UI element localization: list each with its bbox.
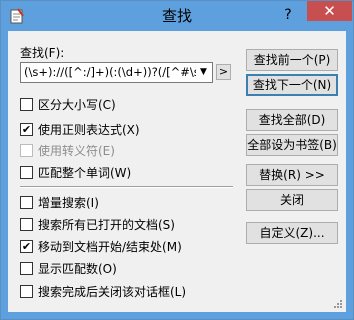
option-checkbox[interactable]: 显示匹配数(O): [20, 261, 117, 277]
option-label: 增量搜索(I): [38, 196, 99, 210]
close-button[interactable]: 关闭: [246, 189, 338, 211]
find-prev-button[interactable]: 查找前一个(P): [246, 49, 338, 71]
find-label: 查找(F):: [20, 46, 65, 60]
chevron-down-icon[interactable]: ▼: [195, 63, 212, 82]
checkbox-box[interactable]: [20, 262, 33, 275]
close-window-button[interactable]: ✕: [307, 1, 352, 21]
checkmark-icon[interactable]: ✔: [20, 123, 33, 136]
checkbox-box[interactable]: [20, 166, 33, 179]
checkbox-box[interactable]: [20, 218, 33, 231]
option-checkbox[interactable]: 区分大小写(C): [20, 97, 116, 113]
option-checkbox[interactable]: ✔ 移动到文档开始/结束处(M): [20, 239, 182, 255]
option-checkbox[interactable]: 搜索完成后关闭该对话框(L): [20, 284, 186, 300]
option-checkbox[interactable]: 搜索所有已打开的文档(S): [20, 217, 175, 233]
find-input[interactable]: (\s+)://([^:/]+)(:(\d+))?(/[^#\s] ▼: [20, 62, 213, 83]
help-button[interactable]: ?: [280, 7, 296, 23]
checkbox-box[interactable]: [20, 285, 33, 298]
regex-helper-button[interactable]: >: [216, 64, 231, 80]
bookmark-all-button[interactable]: 全部设为书签(B): [246, 134, 338, 156]
checkbox-box[interactable]: [20, 98, 33, 111]
option-checkbox[interactable]: 增量搜索(I): [20, 195, 99, 211]
find-dialog: 查找 ? ✕ 查找(F): (\s+)://([^:/]+)(:(\d+))?(…: [0, 0, 354, 320]
option-label: 匹配整个单词(W): [38, 166, 132, 180]
option-checkbox[interactable]: ✔ 使用正则表达式(X): [20, 122, 140, 138]
window-title: 查找: [161, 7, 192, 25]
dialog-body: 查找(F): (\s+)://([^:/]+)(:(\d+))?(/[^#\s]…: [8, 31, 346, 312]
option-label: 搜索所有已打开的文档(S): [38, 218, 175, 232]
checkbox-box[interactable]: [20, 196, 33, 209]
options-divider: [20, 186, 233, 188]
resize-grip-icon[interactable]: [333, 299, 343, 309]
option-label: 显示匹配数(O): [38, 262, 117, 276]
find-next-button[interactable]: 查找下一个(N): [246, 74, 338, 96]
option-label: 使用正则表达式(X): [38, 123, 140, 137]
checkmark-icon[interactable]: ✔: [20, 240, 33, 253]
find-input-value: (\s+)://([^:/]+)(:(\d+))?(/[^#\s]: [24, 65, 196, 79]
checkbox-box[interactable]: [20, 144, 33, 157]
option-checkbox: 使用转义符(E): [20, 143, 115, 159]
customize-button[interactable]: 自定义(Z)...: [246, 222, 338, 244]
option-checkbox[interactable]: 匹配整个单词(W): [20, 165, 131, 181]
option-label: 使用转义符(E): [38, 144, 115, 158]
option-label: 区分大小写(C): [38, 98, 116, 112]
option-label: 搜索完成后关闭该对话框(L): [38, 285, 187, 299]
title-bar[interactable]: 查找 ? ✕: [1, 1, 353, 31]
option-label: 移动到文档开始/结束处(M): [38, 240, 182, 254]
replace-button[interactable]: 替换(R) >>: [246, 164, 338, 186]
find-all-button[interactable]: 查找全部(D): [246, 109, 338, 131]
